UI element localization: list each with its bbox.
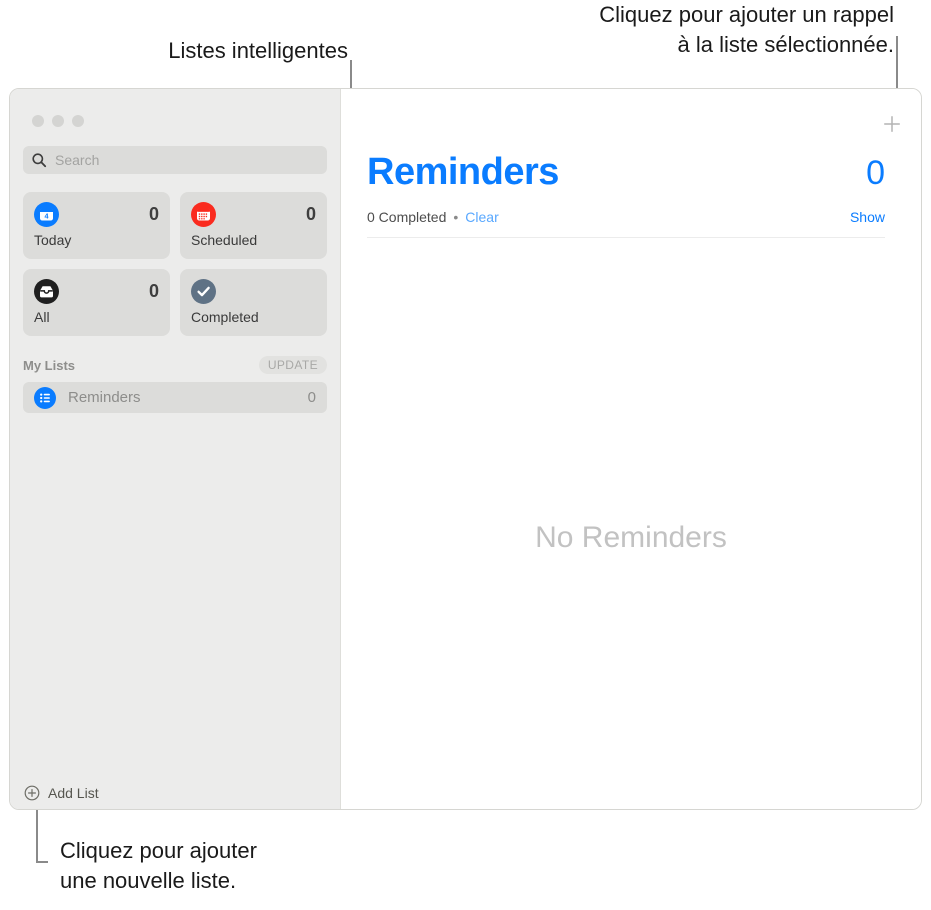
search-placeholder: Search [55,152,100,168]
leader-line-add-list [36,806,38,862]
smart-list-scheduled-top: 0 [191,202,316,227]
smart-list-completed-label: Completed [191,309,259,325]
main-content-pane: Reminders 0 0 Completed • Clear Show No … [341,89,921,809]
my-lists-header: My Lists UPDATE [23,356,327,374]
leader-line-add-list-stub [36,861,48,863]
meta-row: 0 Completed • Clear Show [367,209,885,225]
callout-add-reminder: Cliquez pour ajouter un rappel à la list… [599,2,894,57]
smart-list-scheduled-label: Scheduled [191,232,258,248]
smart-list-completed-top [191,279,316,304]
close-button[interactable] [32,115,44,127]
calendar-today-icon: 4 [34,202,59,227]
list-item-reminders[interactable]: Reminders 0 [23,382,327,413]
header-divider [367,237,885,238]
checkmark-icon [191,279,216,304]
smart-list-all[interactable]: 0 All [23,269,170,336]
search-input[interactable]: Search [23,146,327,174]
list-item-reminders-label: Reminders [68,389,141,406]
my-lists-rows: Reminders 0 [23,382,327,413]
search-icon [31,152,47,168]
smart-lists-grid: 4 0 Today 0 Scheduled 0 All Completed [23,192,327,336]
completed-info: 0 Completed • Clear [367,209,499,225]
plus-icon [881,116,903,139]
smart-list-scheduled[interactable]: 0 Scheduled [180,192,327,259]
callout-add-list: Cliquez pour ajouter une nouvelle liste. [60,838,257,893]
plus-circle-icon [24,785,40,801]
title-row: Reminders 0 [367,151,885,194]
smart-list-today-count: 0 [148,204,159,224]
smart-list-scheduled-count: 0 [305,204,316,224]
add-reminder-button[interactable] [881,113,903,135]
smart-list-all-count: 0 [148,281,159,301]
minimize-button[interactable] [52,115,64,127]
list-item-reminders-count: 0 [307,389,316,406]
my-lists-title: My Lists [23,357,76,373]
empty-state-message: No Reminders [535,521,727,554]
reminders-app-window: Search 4 0 Today 0 Scheduled 0 All Compl… [9,88,922,810]
show-button[interactable]: Show [850,209,885,225]
smart-list-today-label: Today [34,232,72,248]
main-header: Reminders 0 0 Completed • Clear Show [341,89,921,238]
completed-count-label: 0 Completed [367,209,447,225]
smart-list-all-label: All [34,309,50,325]
meta-separator-dot: • [453,209,459,225]
bulleted-list-icon [34,386,56,409]
smart-list-all-top: 0 [34,279,159,304]
calendar-scheduled-icon [191,202,216,227]
page-title: Reminders [367,151,559,193]
inbox-tray-icon [34,279,59,304]
page-count: 0 [866,154,885,192]
sidebar: Search 4 0 Today 0 Scheduled 0 All Compl… [10,89,341,809]
window-traffic-lights [10,89,340,127]
callout-smart-lists: Listes intelligentes [168,38,348,63]
clear-button[interactable]: Clear [465,209,498,225]
smart-list-today-top: 4 0 [34,202,159,227]
smart-list-completed[interactable]: Completed [180,269,327,336]
update-badge[interactable]: UPDATE [258,356,327,374]
add-list-button[interactable]: Add List [24,785,99,801]
zoom-button[interactable] [72,115,84,127]
add-list-label: Add List [48,785,99,801]
smart-list-today[interactable]: 4 0 Today [23,192,170,259]
svg-text:4: 4 [45,211,49,220]
